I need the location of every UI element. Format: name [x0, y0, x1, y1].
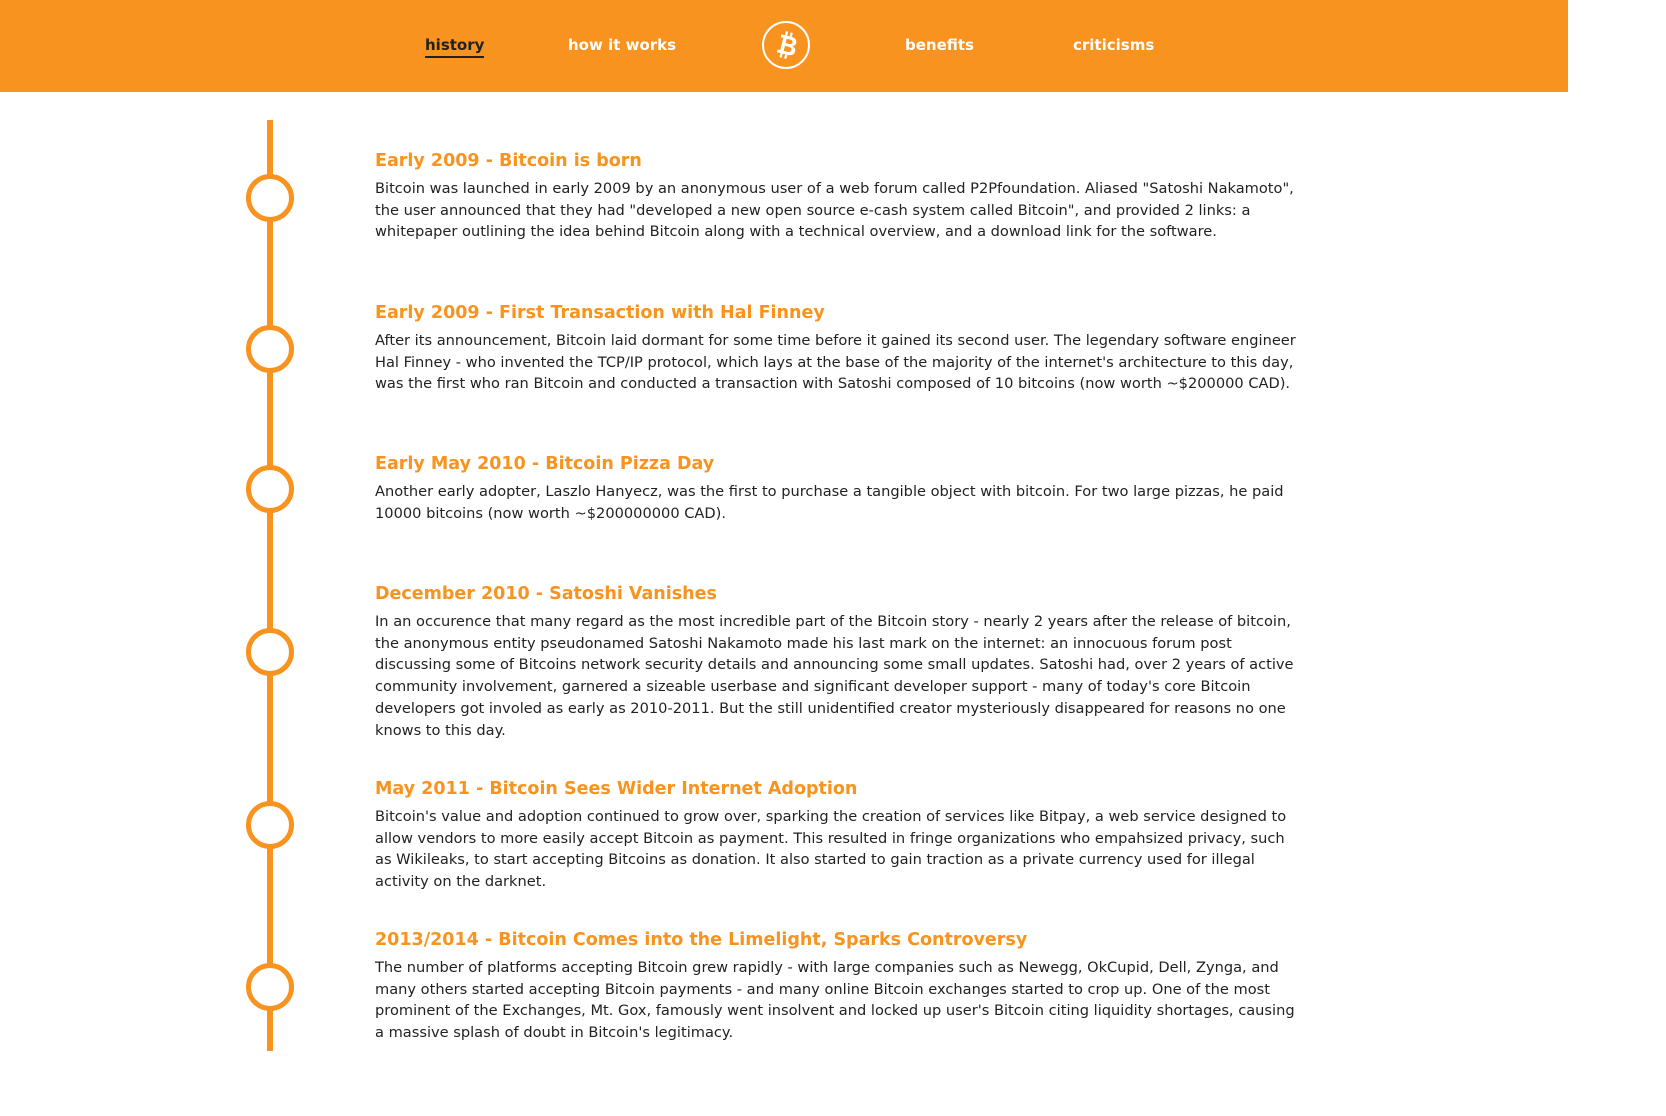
entry-body: Bitcoin was launched in early 2009 by an… [375, 180, 1294, 241]
timeline-dot [246, 628, 294, 676]
timeline-entry: 2013/2014 - Bitcoin Comes into the Limel… [375, 927, 1305, 1044]
entry-title: Early May 2010 - Bitcoin Pizza Day [375, 454, 715, 474]
timeline-entry: Early 2009 - First Transaction with Hal … [375, 300, 1305, 395]
timeline-entry: Early May 2010 - Bitcoin Pizza Day Anoth… [375, 451, 1305, 524]
entry-title: December 2010 - Satoshi Vanishes [375, 584, 717, 604]
entry-body: Bitcoin's value and adoption continued t… [375, 808, 1287, 891]
entry-body: In an occurence that many regard as the … [375, 613, 1294, 739]
timeline-dot [246, 325, 294, 373]
nav-how-it-works-link[interactable]: how it works [568, 35, 676, 55]
entry-title: May 2011 - Bitcoin Sees Wider Internet A… [375, 779, 858, 799]
timeline-entry: December 2010 - Satoshi Vanishes In an o… [375, 581, 1305, 741]
nav-history-link[interactable]: history [425, 35, 485, 58]
timeline-entry: May 2011 - Bitcoin Sees Wider Internet A… [375, 776, 1305, 893]
entry-title: Early 2009 - Bitcoin is born [375, 151, 642, 171]
entry-title: 2013/2014 - Bitcoin Comes into the Limel… [375, 930, 1028, 950]
entry-title: Early 2009 - First Transaction with Hal … [375, 303, 825, 323]
timeline-line [267, 120, 273, 1051]
timeline-dot [246, 465, 294, 513]
nav-criticisms-link[interactable]: criticisms [1073, 35, 1154, 55]
entry-body: Another early adopter, Laszlo Hanyecz, w… [375, 483, 1284, 522]
timeline-dot [246, 963, 294, 1011]
timeline-dot [246, 174, 294, 222]
top-navbar: history how it works benefits criticisms [0, 0, 1568, 92]
entry-body: After its announcement, Bitcoin laid dor… [375, 332, 1296, 393]
bitcoin-logo-icon[interactable] [762, 21, 810, 69]
nav-benefits-link[interactable]: benefits [905, 35, 974, 55]
entry-body: The number of platforms accepting Bitcoi… [375, 959, 1295, 1042]
timeline-entry: Early 2009 - Bitcoin is born Bitcoin was… [375, 148, 1305, 243]
timeline-dot [246, 801, 294, 849]
